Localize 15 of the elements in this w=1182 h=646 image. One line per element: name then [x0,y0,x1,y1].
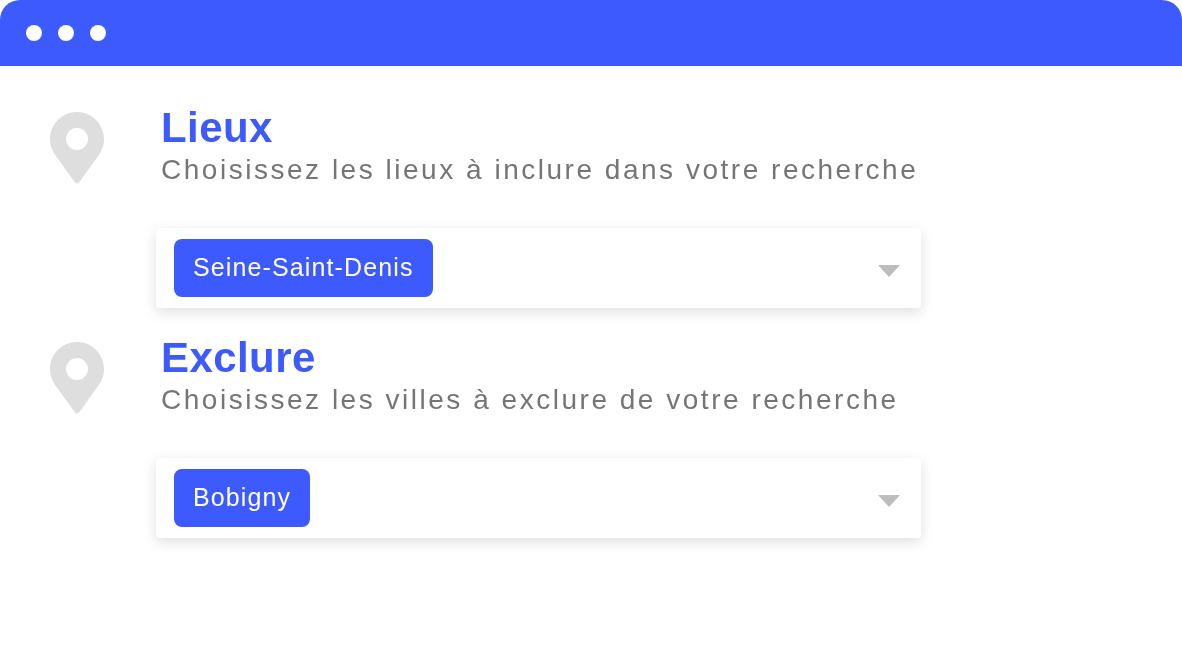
select-field[interactable]: Bobigny [156,458,921,538]
select-field[interactable]: Seine-Saint-Denis [156,228,921,308]
section-title: Exclure [161,334,317,382]
selected-tag[interactable]: Bobigny [174,469,311,527]
location-pin-icon [50,342,104,414]
window-dot-icon[interactable] [26,25,42,41]
section-title: Lieux [161,104,274,152]
window-dot-icon[interactable] [90,25,106,41]
section-subtitle: Choisissez les villes à exclure de votre recherche [161,383,900,417]
caret-down-icon [878,265,900,277]
section-subtitle: Choisissez les lieux à inclure dans votre recherche [161,153,920,187]
window-dot-icon[interactable] [58,25,74,41]
selected-tag[interactable]: Seine-Saint-Denis [174,239,433,297]
location-pin-icon [50,112,104,184]
caret-down-icon [878,495,900,507]
